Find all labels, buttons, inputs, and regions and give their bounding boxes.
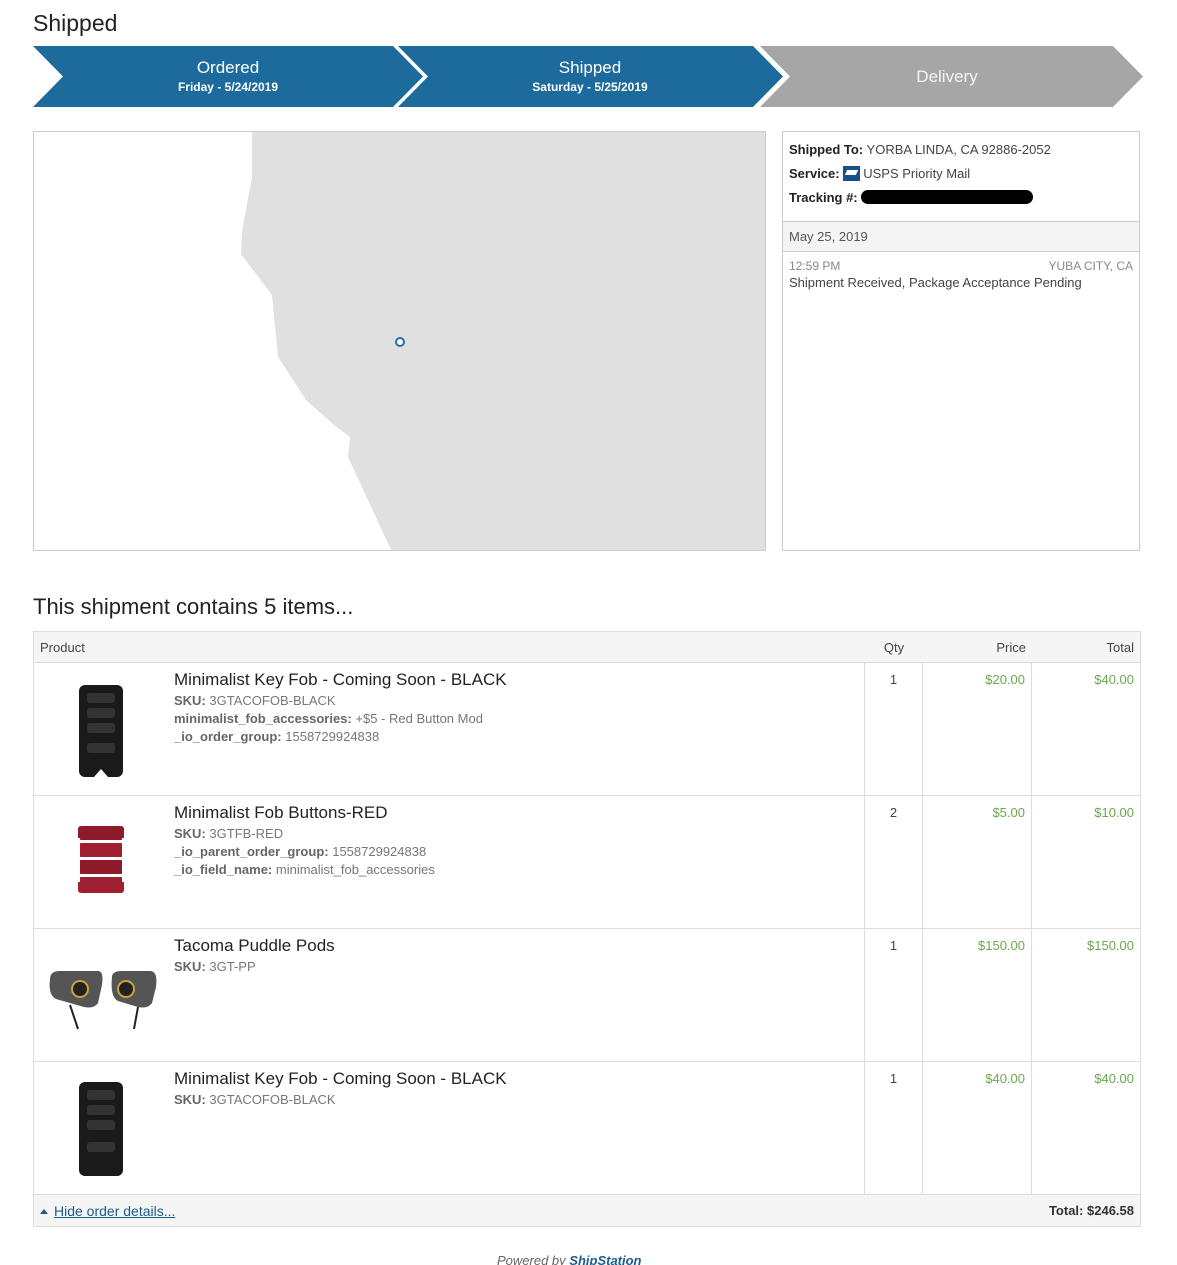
page-title: Shipped xyxy=(33,10,118,36)
black-key-fob-image xyxy=(34,1062,174,1193)
row-qty: 1 xyxy=(865,1062,923,1194)
tracking-map[interactable] xyxy=(33,131,766,551)
product-details: Minimalist Key Fob - Coming Soon - BLACK… xyxy=(174,1062,507,1194)
header-total: Total xyxy=(1106,639,1134,655)
usps-eagle-icon xyxy=(843,166,861,181)
header-price: Price xyxy=(996,639,1026,655)
product-attr: SKU: 3GTACOFOB-BLACK xyxy=(174,693,336,708)
row-price: $150.00 xyxy=(923,929,1032,1061)
tracking-label: Tracking #: xyxy=(789,190,858,205)
row-price: $5.00 xyxy=(923,796,1032,928)
red-fob-buttons-image xyxy=(34,796,174,927)
header-qty: Qty xyxy=(883,639,905,655)
step-date: Friday - 5/24/2019 xyxy=(177,80,279,94)
service-line: Service: USPS Priority Mail xyxy=(789,165,1133,189)
shipped-to-value: YORBA LINDA, CA 92886-2052 xyxy=(866,142,1051,157)
tracking-day-header: May 25, 2019 xyxy=(783,221,1139,252)
items-heading: This shipment contains 5 items... xyxy=(33,594,354,619)
redacted-tracking-number[interactable] xyxy=(860,190,1033,204)
service-value: USPS Priority Mail xyxy=(863,166,971,181)
shipstation-logo: ShipStation xyxy=(569,1253,642,1265)
black-key-fob-image xyxy=(34,663,174,794)
table-row: Minimalist Key Fob - Coming Soon - BLACK… xyxy=(34,663,1140,796)
step-delivery: Delivery xyxy=(767,46,1127,107)
header-product: Product xyxy=(40,639,85,655)
row-total: $40.00 xyxy=(1094,672,1134,687)
shipment-progress: Ordered Friday - 5/24/2019 Shipped Satur… xyxy=(33,46,1143,107)
caret-up-icon xyxy=(40,1208,48,1214)
tracking-line: Tracking #: xyxy=(789,189,1133,213)
step-date: Saturday - 5/25/2019 xyxy=(532,80,648,94)
service-label: Service: xyxy=(789,166,840,181)
step-ordered: Ordered Friday - 5/24/2019 xyxy=(48,46,408,107)
row-price: $40.00 xyxy=(923,1062,1032,1194)
tracking-event: 12:59 PM YUBA CITY, CA Shipment Received… xyxy=(783,252,1139,298)
row-price: $20.00 xyxy=(923,663,1032,795)
product-attr: SKU: 3GTFB-RED xyxy=(174,826,284,841)
grand-total-label: Total: xyxy=(1048,1203,1084,1218)
product-attr: SKU: 3GT-PP xyxy=(174,959,256,974)
product-name: Tacoma Puddle Pods xyxy=(174,936,335,955)
event-location: YUBA CITY, CA xyxy=(1048,259,1133,273)
location-marker-icon xyxy=(395,337,405,347)
product-name: Minimalist Key Fob - Coming Soon - BLACK xyxy=(174,1069,507,1088)
event-time: 12:59 PM xyxy=(789,259,841,273)
product-attr: _io_parent_order_group: 1558729924838 xyxy=(174,844,427,859)
product-attr: _io_order_group: 1558729924838 xyxy=(174,729,380,744)
row-qty: 2 xyxy=(865,796,923,928)
table-row: Minimalist Key Fob - Coming Soon - BLACK… xyxy=(34,1062,1140,1195)
items-table: Product Qty Price Total Minimalist Key F… xyxy=(33,631,1141,1227)
puddle-pods-image xyxy=(34,929,174,1060)
row-total: $40.00 xyxy=(1094,1071,1134,1086)
row-total: $150.00 xyxy=(1087,938,1134,953)
map-land xyxy=(241,132,765,550)
grand-total: Total: $246.58 xyxy=(1049,1203,1134,1218)
row-qty: 1 xyxy=(865,663,923,795)
table-footer: Hide order details... Total: $246.58 xyxy=(34,1195,1140,1226)
event-description: Shipment Received, Package Acceptance Pe… xyxy=(789,275,1082,290)
map-canvas[interactable] xyxy=(34,132,766,551)
row-total: $10.00 xyxy=(1094,805,1134,820)
product-details: Tacoma Puddle Pods SKU: 3GT-PP xyxy=(174,929,335,1061)
row-qty: 1 xyxy=(865,929,923,1061)
table-header: Product Qty Price Total xyxy=(34,632,1140,663)
step-name: Ordered xyxy=(196,58,260,77)
product-name: Minimalist Key Fob - Coming Soon - BLACK xyxy=(174,670,507,689)
step-shipped: Shipped Saturday - 5/25/2019 xyxy=(410,46,770,107)
product-attr: _io_field_name: minimalist_fob_accessori… xyxy=(174,862,435,877)
tracking-panel: Shipped To: YORBA LINDA, CA 92886-2052 S… xyxy=(782,131,1140,551)
shipped-to-line: Shipped To: YORBA LINDA, CA 92886-2052 xyxy=(789,141,1133,165)
grand-total-value: $246.58 xyxy=(1087,1203,1134,1218)
product-attr: minimalist_fob_accessories: +$5 - Red Bu… xyxy=(174,711,483,726)
shipped-to-label: Shipped To: xyxy=(789,142,864,157)
shipment-info: Shipped To: YORBA LINDA, CA 92886-2052 S… xyxy=(783,132,1139,221)
product-name: Minimalist Fob Buttons-RED xyxy=(174,803,388,822)
step-name: Delivery xyxy=(916,66,978,86)
hide-order-details-link[interactable]: Hide order details... xyxy=(40,1203,175,1219)
table-row: Tacoma Puddle Pods SKU: 3GT-PP 1 $150.00… xyxy=(34,929,1140,1062)
product-details: Minimalist Key Fob - Coming Soon - BLACK… xyxy=(174,663,507,795)
product-details: Minimalist Fob Buttons-RED SKU: 3GTFB-RE… xyxy=(174,796,435,928)
product-attr: SKU: 3GTACOFOB-BLACK xyxy=(174,1092,336,1107)
powered-by[interactable]: Powered by ShipStation xyxy=(497,1253,642,1265)
table-row: Minimalist Fob Buttons-RED SKU: 3GTFB-RE… xyxy=(34,796,1140,929)
step-name: Shipped xyxy=(558,58,622,77)
